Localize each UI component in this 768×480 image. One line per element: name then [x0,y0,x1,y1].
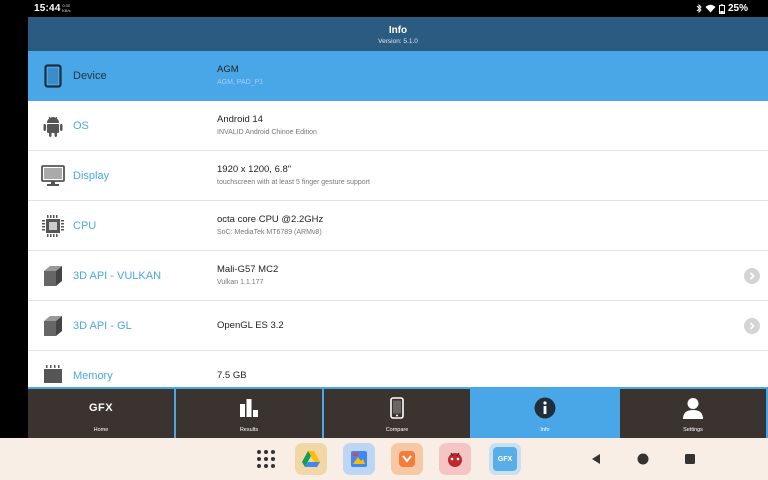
tab-label: Results [239,427,259,433]
status-bar: 15:44 0.00 KB/s 25% [0,0,768,17]
version-label: Version: 5.1.0 [378,38,418,45]
back-icon[interactable] [588,451,604,467]
info-row-sub: INVALID Android Chinoe Edition [217,129,317,136]
info-row-os[interactable]: OS Android 14 INVALID Android Chinoe Edi… [28,101,768,151]
info-row-label: Device [73,70,107,82]
cube-icon [40,263,66,289]
phone-icon [324,397,470,419]
info-row-sub: SoC: MediaTek MT6789 (ARMv8) [217,229,322,236]
info-row-device[interactable]: Device AGM AGM, PAD_P1 [28,51,768,101]
system-taskbar: GFX [0,438,768,480]
info-list[interactable]: Device AGM AGM, PAD_P1 OS Android 14 INV… [28,51,768,404]
app-red-icon[interactable] [439,443,471,475]
info-row-label: 3D API - VULKAN [73,270,162,282]
bottom-navigation: GFX Home Results Compare Info Settings [28,387,768,438]
screen: 15:44 0.00 KB/s 25% Info Version: 5.1.0 … [0,0,768,480]
app-drawer-icon[interactable] [257,450,277,470]
info-row-value: Android 14 [217,114,263,125]
info-row-sub: touchscreen with at least 5 finger gestu… [217,179,370,186]
gfxbench-icon[interactable]: GFX [489,443,521,475]
app-header: Info Version: 5.1.0 [28,17,768,51]
status-time: 15:44 [34,3,61,14]
info-row-value: 7.5 GB [217,370,247,381]
status-icons: 25% [696,3,748,14]
net-speed: 0.00 KB/s [62,3,70,13]
info-row-label: CPU [73,220,97,232]
info-row-label: 3D API - GL [73,320,132,332]
battery-icon [718,3,725,14]
info-row-value: octa core CPU @2.2GHz [217,214,324,225]
cpu-chip-icon [40,213,66,239]
gfxbench-icon-text: GFX [497,455,513,463]
user-icon [620,397,766,419]
cube-icon [40,313,66,339]
tab-label: Home [93,427,109,433]
info-row-label: OS [73,120,89,132]
info-row-sub: AGM, PAD_P1 [217,79,264,86]
recents-icon[interactable] [682,451,698,467]
info-row-3d-api-vulkan[interactable]: 3D API - VULKAN Mali-G57 MC2 Vulkan 1.1.… [28,251,768,301]
info-circle-icon [472,397,618,419]
tab-compare[interactable]: Compare [324,389,470,438]
chevron-right-icon[interactable] [744,268,760,284]
swiftkey-icon[interactable] [391,443,423,475]
chevron-right-icon[interactable] [744,318,760,334]
tab-home[interactable]: GFX Home [28,389,174,438]
info-row-cpu[interactable]: CPU octa core CPU @2.2GHz SoC: MediaTek … [28,201,768,251]
tablet-icon [40,63,66,89]
tab-label: Info [540,427,550,433]
info-row-value: OpenGL ES 3.2 [217,320,284,331]
gfx-logo-icon: GFX [28,397,174,419]
memory-icon [40,363,66,389]
android-icon [40,113,66,139]
info-row-label: Memory [73,370,113,382]
page-title: Info [388,25,408,36]
info-row-sub: Vulkan 1.1.177 [217,279,264,286]
tab-label: Settings [683,427,703,433]
gfx-logo-text: GFX [88,402,114,414]
tab-label: Compare [385,427,409,433]
bar-chart-icon [176,397,322,419]
gfxbench-app: Info Version: 5.1.0 Device AGM AGM, PAD_… [28,17,768,438]
photos-icon[interactable] [343,443,375,475]
monitor-icon [40,163,66,189]
home-icon[interactable] [635,451,651,467]
info-row-value: Mali-G57 MC2 [217,264,279,275]
bluetooth-icon [696,4,702,13]
info-row-3d-api-gl[interactable]: 3D API - GL OpenGL ES 3.2 [28,301,768,351]
battery-percent: 25% [727,3,748,14]
drive-icon[interactable] [295,443,327,475]
tab-results[interactable]: Results [176,389,322,438]
tab-settings[interactable]: Settings [620,389,766,438]
info-row-display[interactable]: Display 1920 x 1200, 6.8" touchscreen wi… [28,151,768,201]
tab-info[interactable]: Info [472,389,618,438]
info-row-value: 1920 x 1200, 6.8" [217,164,292,175]
net-speed-unit: KB/s [62,8,71,13]
wifi-icon [705,4,716,13]
info-row-label: Display [73,170,110,182]
info-row-value: AGM [217,64,239,75]
